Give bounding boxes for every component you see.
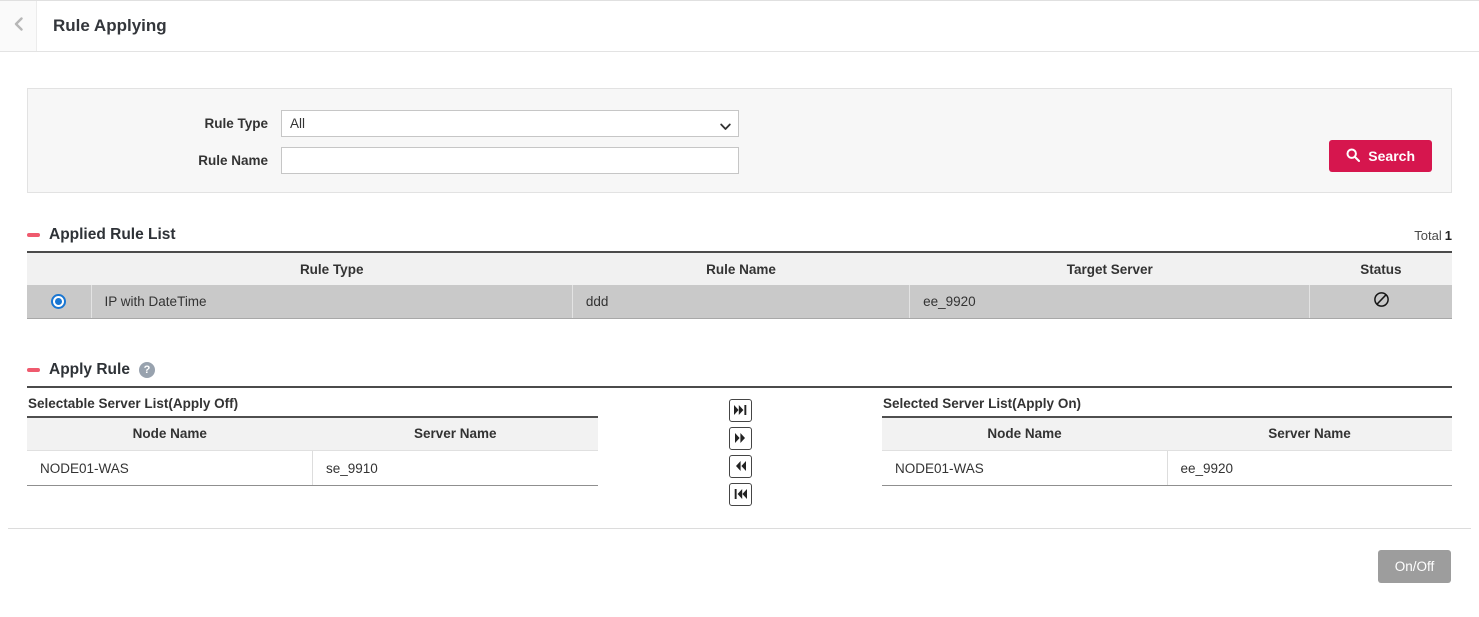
selectable-server-table: Node Name Server Name NODE01-WAS se_9910 (27, 418, 598, 487)
applied-rule-table-header-row: Rule Type Rule Name Target Server Status (27, 252, 1452, 285)
selectable-server-header-row: Node Name Server Name (27, 418, 598, 451)
section-dash-icon (27, 368, 40, 372)
search-panel: Rule Type All Rule Name Search (27, 88, 1452, 193)
column-header-target-server: Target Server (910, 252, 1310, 285)
double-arrow-left-bar-icon (734, 489, 747, 499)
selectable-node-name: NODE01-WAS (27, 451, 313, 486)
rule-type-label: Rule Type (28, 116, 268, 131)
selected-server-table: Node Name Server Name NODE01-WAS ee_9920 (882, 418, 1452, 487)
row-radio-cell (27, 285, 91, 318)
rule-name-input[interactable] (281, 147, 739, 174)
column-header-node-name: Node Name (882, 418, 1167, 451)
column-header-server-name: Server Name (1167, 418, 1452, 451)
selectable-server-row[interactable]: NODE01-WAS se_9910 (27, 451, 598, 486)
applied-rule-list-title: Applied Rule List (49, 226, 176, 244)
top-bar: Rule Applying (0, 0, 1479, 52)
selected-server-panel: Selected Server List(Apply On) Node Name… (882, 388, 1452, 506)
double-arrow-left-icon (734, 461, 747, 471)
search-button-label: Search (1368, 148, 1415, 164)
page-title: Rule Applying (53, 16, 167, 36)
applied-rule-row[interactable]: IP with DateTime ddd ee_9920 (27, 285, 1452, 318)
rule-type-row: Rule Type All (28, 110, 1451, 137)
move-all-right-button[interactable] (729, 399, 752, 422)
row-target-server: ee_9920 (910, 285, 1310, 318)
back-button[interactable] (0, 1, 37, 51)
applied-rule-radio[interactable] (51, 294, 66, 309)
row-rule-name: ddd (572, 285, 909, 318)
applied-rule-list-section: Applied Rule List Total 1 Rule Type Rule … (27, 226, 1452, 319)
section-dash-icon (27, 233, 40, 237)
selectable-server-panel-title: Selectable Server List(Apply Off) (27, 388, 598, 418)
column-header-server-name: Server Name (313, 418, 599, 451)
radio-column-header (27, 252, 91, 285)
move-right-button[interactable] (729, 427, 752, 450)
no-entry-icon (1373, 296, 1390, 311)
apply-rule-header: Apply Rule ? (27, 361, 1452, 379)
help-icon[interactable]: ? (139, 362, 155, 378)
move-all-left-button[interactable] (729, 483, 752, 506)
onoff-button[interactable]: On/Off (1378, 550, 1451, 583)
column-header-rule-type: Rule Type (91, 252, 572, 285)
double-arrow-right-bar-icon (734, 405, 747, 415)
bottom-actions: On/Off (28, 550, 1451, 583)
total-label: Total (1414, 228, 1441, 243)
move-left-button[interactable] (729, 455, 752, 478)
total-value: 1 (1445, 228, 1452, 243)
selected-server-name: ee_9920 (1167, 451, 1452, 486)
applied-rule-table: Rule Type Rule Name Target Server Status… (27, 251, 1452, 319)
selectable-server-panel: Selectable Server List(Apply Off) Node N… (27, 388, 598, 506)
rule-type-select[interactable]: All (281, 110, 739, 137)
rule-name-label: Rule Name (28, 153, 268, 168)
rule-name-row: Rule Name (28, 147, 1451, 174)
selectable-server-name: se_9910 (313, 451, 599, 486)
total-count: Total 1 (1414, 228, 1452, 243)
column-header-status: Status (1310, 252, 1452, 285)
bottom-divider (8, 528, 1471, 529)
double-arrow-right-icon (734, 433, 747, 443)
row-rule-type: IP with DateTime (91, 285, 572, 318)
apply-rule-section: Apply Rule ? Selectable Server List(Appl… (27, 361, 1452, 506)
column-header-rule-name: Rule Name (572, 252, 909, 285)
apply-rule-body: Selectable Server List(Apply Off) Node N… (27, 386, 1452, 506)
chevron-left-icon (14, 17, 23, 36)
search-icon (1346, 148, 1360, 165)
search-button[interactable]: Search (1329, 140, 1432, 172)
row-status-cell (1310, 285, 1452, 318)
column-header-node-name: Node Name (27, 418, 313, 451)
selected-server-row[interactable]: NODE01-WAS ee_9920 (882, 451, 1452, 486)
selected-server-panel-title: Selected Server List(Apply On) (882, 388, 1452, 418)
rule-type-select-wrap: All (281, 110, 739, 137)
apply-rule-title: Apply Rule (49, 361, 130, 379)
transfer-buttons (598, 388, 882, 506)
selected-node-name: NODE01-WAS (882, 451, 1167, 486)
selected-server-header-row: Node Name Server Name (882, 418, 1452, 451)
applied-rule-list-header: Applied Rule List Total 1 (27, 226, 1452, 244)
